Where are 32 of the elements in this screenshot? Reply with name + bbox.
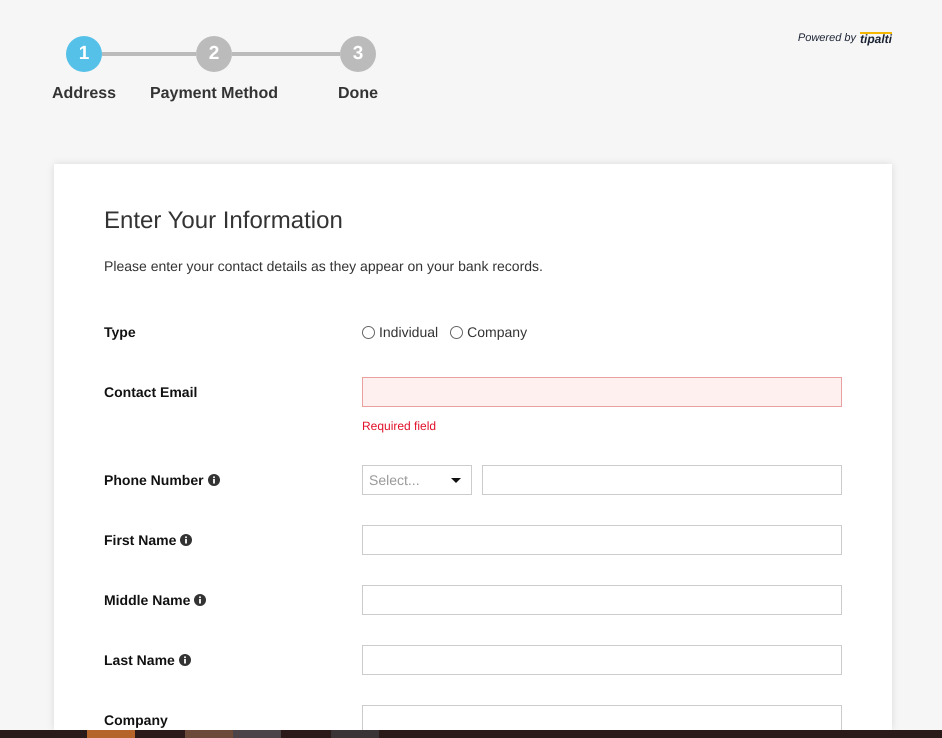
info-icon bbox=[178, 654, 191, 666]
field-label: First Name bbox=[104, 530, 176, 550]
text-field[interactable] bbox=[362, 377, 842, 407]
error-message: Required field bbox=[362, 418, 438, 435]
step-label: Done bbox=[338, 84, 378, 104]
radio-option[interactable]: Company bbox=[450, 322, 528, 342]
powered-by-text: Powered by bbox=[798, 31, 856, 46]
step-label: Address bbox=[52, 84, 116, 104]
field-label: Last Name bbox=[104, 650, 175, 670]
field-label: Contact Email bbox=[104, 382, 198, 402]
text-field[interactable] bbox=[362, 585, 842, 615]
taskbar-item[interactable] bbox=[87, 730, 135, 738]
text-field[interactable] bbox=[362, 525, 842, 555]
text-field[interactable] bbox=[362, 705, 842, 730]
brand-logo: tipalti bbox=[860, 32, 892, 45]
field-label: Phone Number bbox=[104, 470, 204, 490]
radio-option[interactable]: Individual bbox=[362, 322, 438, 342]
info-icon bbox=[194, 594, 206, 606]
form-subtitle: Please enter your contact details as they appear on your bank records. bbox=[104, 257, 544, 276]
taskbar-item[interactable] bbox=[185, 730, 233, 738]
info-icon bbox=[208, 474, 220, 486]
form-title: Enter Your Information bbox=[104, 206, 344, 236]
field-label: Middle Name bbox=[104, 590, 190, 610]
text-field[interactable] bbox=[362, 645, 842, 675]
taskbar-item[interactable] bbox=[331, 730, 379, 738]
taskbar-item[interactable] bbox=[233, 730, 281, 738]
info-icon bbox=[180, 534, 192, 546]
caret-down-icon bbox=[451, 478, 461, 482]
field-label: Company bbox=[104, 710, 168, 730]
phone-number-field[interactable] bbox=[482, 465, 842, 495]
step-label: Payment Method bbox=[150, 84, 278, 104]
field-label: Type bbox=[104, 322, 136, 342]
